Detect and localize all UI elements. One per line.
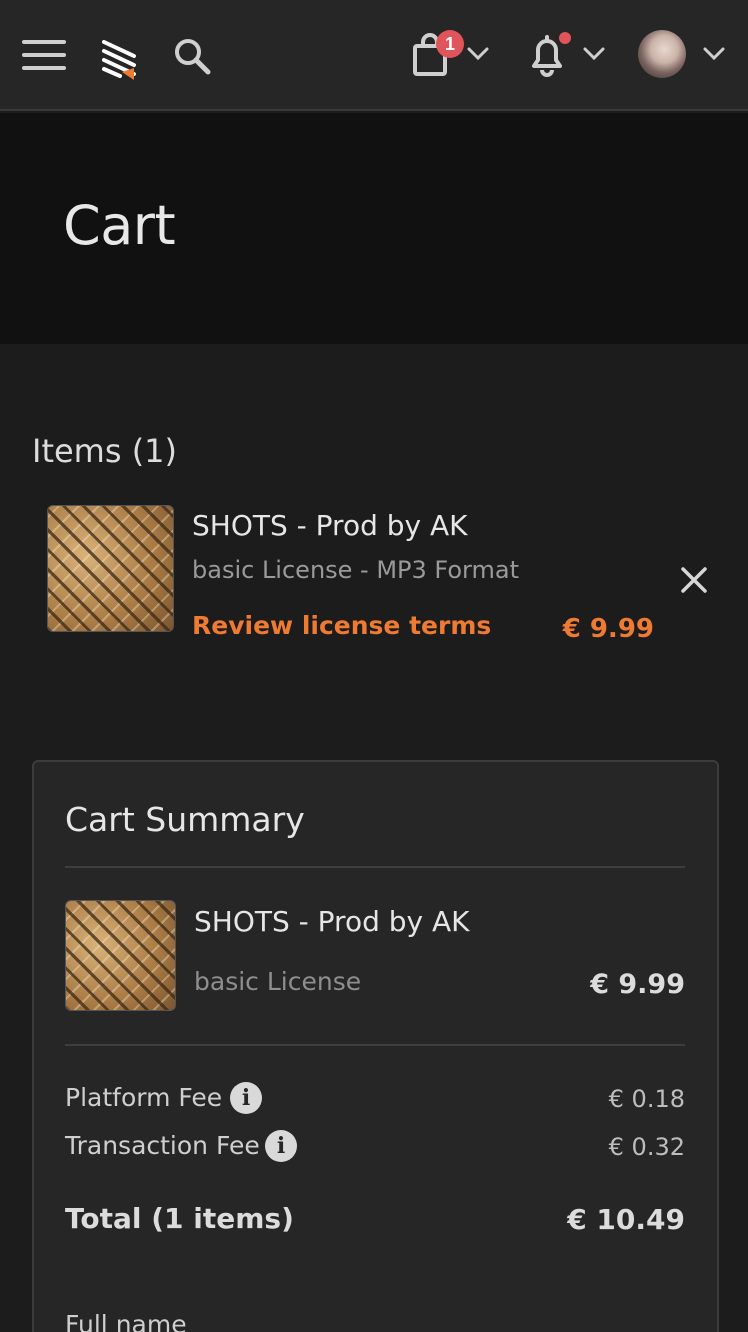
items-heading: Items (1) [32, 432, 178, 470]
full-name-label: Full name [65, 1310, 187, 1332]
platform-fee-label: Platform Fee [65, 1083, 223, 1112]
transaction-fee-value: € 0.32 [608, 1133, 685, 1161]
summary-item-price: € 9.99 [590, 969, 685, 1000]
review-license-link[interactable]: Review license terms [192, 611, 491, 640]
summary-item-license: basic License [194, 967, 362, 996]
chevron-down-icon[interactable] [466, 46, 490, 62]
total-label: Total (1 items) [65, 1202, 294, 1235]
logo-icon[interactable] [100, 36, 140, 82]
item-license: basic License - MP3 Format [192, 556, 519, 584]
summary-item-title: SHOTS - Prod by AK [194, 905, 470, 938]
page-title: Cart [63, 194, 176, 257]
summary-item-thumbnail [65, 900, 176, 1011]
item-price: € 9.99 [562, 614, 654, 644]
close-icon[interactable] [678, 564, 710, 596]
top-navigation-bar: 1 [0, 0, 748, 111]
chevron-down-icon[interactable] [582, 46, 606, 62]
transaction-fee-label: Transaction Fee [65, 1131, 260, 1160]
cart-count-badge: 1 [436, 30, 464, 58]
search-icon[interactable] [172, 36, 212, 76]
avatar[interactable] [638, 30, 686, 78]
cart-summary-title: Cart Summary [65, 800, 305, 839]
divider [65, 1044, 685, 1046]
cart-summary-card [32, 760, 719, 1332]
notification-dot [559, 32, 571, 44]
divider [65, 866, 685, 868]
item-thumbnail [47, 505, 174, 632]
info-icon[interactable]: i [265, 1130, 297, 1162]
info-icon[interactable]: i [230, 1082, 262, 1114]
item-title: SHOTS - Prod by AK [192, 509, 468, 542]
total-value: € 10.49 [567, 1203, 685, 1236]
menu-icon[interactable] [22, 38, 66, 72]
chevron-down-icon[interactable] [702, 46, 726, 62]
platform-fee-value: € 0.18 [608, 1085, 685, 1113]
